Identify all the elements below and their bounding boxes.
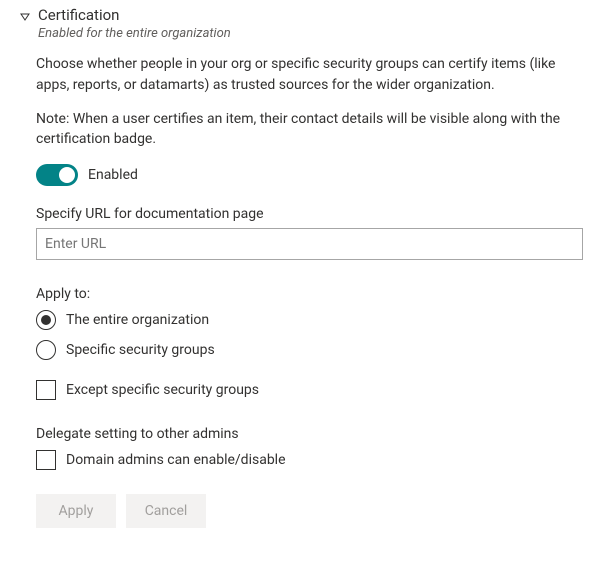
collapse-icon[interactable]: [18, 8, 32, 26]
cancel-button[interactable]: Cancel: [126, 494, 206, 528]
checkbox-input-domain-admins[interactable]: [36, 450, 56, 470]
enable-toggle[interactable]: [36, 164, 78, 186]
radio-label-specific-groups: Specific security groups: [66, 342, 215, 358]
section-title: Certification: [38, 6, 231, 26]
section-subtitle: Enabled for the entire organization: [38, 26, 231, 43]
apply-button[interactable]: Apply: [36, 494, 116, 528]
checkbox-input-except-groups[interactable]: [36, 380, 56, 400]
radio-specific-security-groups[interactable]: Specific security groups: [36, 340, 583, 360]
radio-input-specific-groups[interactable]: [36, 340, 56, 360]
checkbox-label-domain-admins: Domain admins can enable/disable: [66, 452, 286, 468]
note-text: Note: When a user certifies an item, the…: [36, 109, 583, 150]
url-field-label: Specify URL for documentation page: [36, 206, 583, 222]
apply-to-label: Apply to:: [36, 286, 583, 302]
checkbox-except-groups[interactable]: Except specific security groups: [36, 380, 583, 400]
radio-label-entire-org: The entire organization: [66, 312, 209, 328]
toggle-knob: [59, 167, 75, 183]
toggle-state-label: Enabled: [88, 167, 138, 183]
radio-input-entire-org[interactable]: [36, 310, 56, 330]
checkbox-label-except-groups: Except specific security groups: [66, 382, 259, 398]
delegate-label: Delegate setting to other admins: [36, 426, 583, 442]
radio-entire-organization[interactable]: The entire organization: [36, 310, 583, 330]
documentation-url-input[interactable]: [36, 228, 583, 260]
description-text: Choose whether people in your org or spe…: [36, 54, 583, 95]
checkbox-domain-admins[interactable]: Domain admins can enable/disable: [36, 450, 583, 470]
